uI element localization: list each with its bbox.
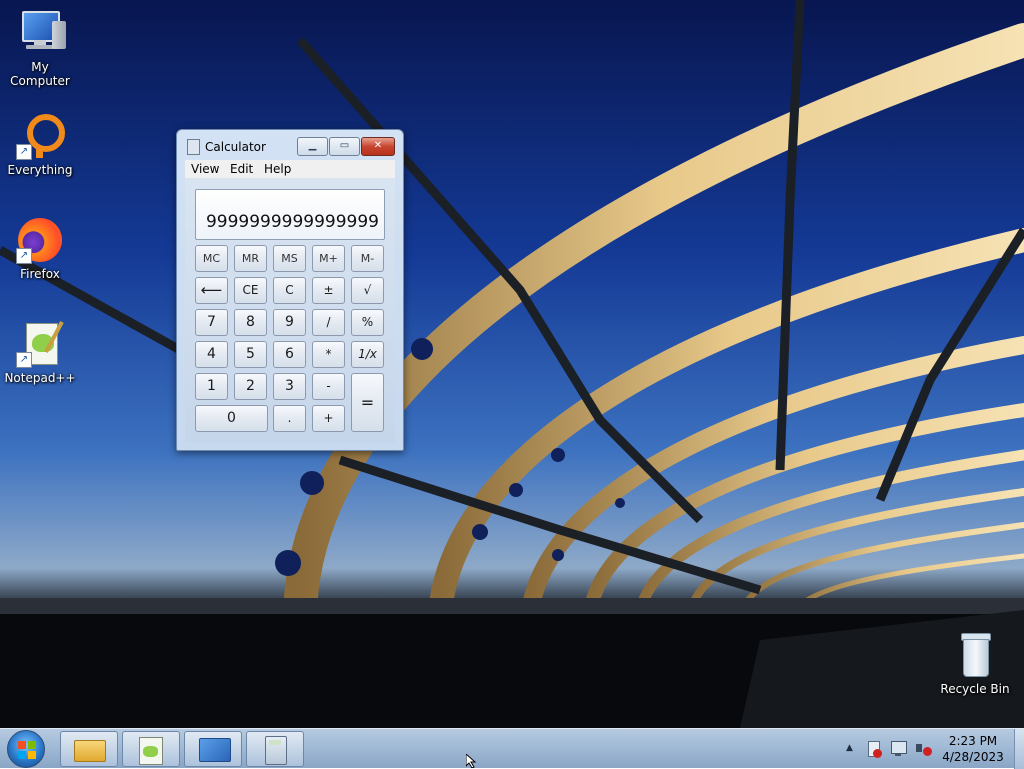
mouse-cursor-icon bbox=[466, 754, 477, 768]
chevron-up-icon: ▲ bbox=[846, 743, 853, 753]
menu-help[interactable]: Help bbox=[264, 162, 291, 176]
everything-icon: ↗ bbox=[16, 112, 65, 160]
equals-button[interactable]: = bbox=[351, 373, 384, 432]
desktop-icon-label: Firefox bbox=[20, 267, 60, 281]
digit-6-button[interactable]: 6 bbox=[273, 341, 306, 368]
desktop[interactable]: My Computer ↗ Everything ↗ Firefox ↗ Not… bbox=[0, 0, 1024, 728]
menu-view[interactable]: View bbox=[191, 162, 219, 176]
percent-button[interactable]: % bbox=[351, 309, 384, 336]
clear-button[interactable]: C bbox=[273, 277, 306, 304]
maximize-button[interactable]: ▭ bbox=[329, 137, 360, 156]
desktop-icon-label: Everything bbox=[7, 163, 73, 177]
action-center-flag-icon[interactable] bbox=[865, 729, 883, 769]
plus-minus-button[interactable]: ± bbox=[312, 277, 345, 304]
ce-button[interactable]: CE bbox=[234, 277, 267, 304]
digit-9-button[interactable]: 9 bbox=[273, 309, 306, 336]
calculator-app-icon bbox=[187, 139, 200, 155]
desktop-icon-my-computer[interactable]: My Computer bbox=[0, 9, 80, 88]
menu-edit[interactable]: Edit bbox=[230, 162, 253, 176]
sqrt-button[interactable]: √ bbox=[351, 277, 384, 304]
calculator-window[interactable]: Calculator ▁ ▭ ✕ View Edit Help 99999999… bbox=[176, 129, 404, 451]
notepadpp-icon: ↗ bbox=[16, 320, 64, 368]
digit-0-button[interactable]: 0 bbox=[195, 405, 268, 432]
start-button[interactable] bbox=[7, 730, 45, 768]
windows-logo-icon bbox=[18, 741, 36, 759]
taskbar-file-explorer[interactable] bbox=[60, 731, 118, 767]
mr-button[interactable]: MR bbox=[234, 245, 267, 272]
desktop-icon-recycle-bin[interactable]: Recycle Bin bbox=[935, 631, 1015, 696]
digit-3-button[interactable]: 3 bbox=[273, 373, 306, 400]
volume-muted-icon[interactable] bbox=[913, 729, 933, 769]
mc-button[interactable]: MC bbox=[195, 245, 228, 272]
m-plus-button[interactable]: M+ bbox=[312, 245, 345, 272]
calculator-titlebar[interactable]: Calculator ▁ ▭ ✕ bbox=[177, 130, 403, 160]
digit-5-button[interactable]: 5 bbox=[234, 341, 267, 368]
digit-2-button[interactable]: 2 bbox=[234, 373, 267, 400]
show-desktop-button[interactable] bbox=[1014, 729, 1024, 769]
desktop-icon-label: My Computer bbox=[10, 60, 70, 88]
minimize-button[interactable]: ▁ bbox=[297, 137, 328, 156]
clock-date: 4/28/2023 bbox=[942, 750, 1004, 764]
digit-1-button[interactable]: 1 bbox=[195, 373, 228, 400]
ms-button[interactable]: MS bbox=[273, 245, 306, 272]
taskbar-calculator[interactable] bbox=[246, 731, 304, 767]
network-icon[interactable] bbox=[889, 729, 907, 769]
subtract-button[interactable]: - bbox=[312, 373, 345, 400]
folder-icon bbox=[74, 740, 106, 762]
clock-time: 2:23 PM bbox=[948, 734, 998, 748]
reciprocal-button[interactable]: 1/x bbox=[351, 341, 384, 368]
backspace-button[interactable]: ⟵ bbox=[195, 277, 228, 304]
shortcut-arrow-icon: ↗ bbox=[16, 144, 32, 160]
notepadpp-icon bbox=[139, 737, 163, 765]
desktop-icon-firefox[interactable]: ↗ Firefox bbox=[0, 216, 80, 281]
digit-4-button[interactable]: 4 bbox=[195, 341, 228, 368]
recycle-bin-icon bbox=[951, 631, 999, 679]
close-button[interactable]: ✕ bbox=[361, 137, 395, 156]
decimal-button[interactable]: . bbox=[273, 405, 306, 432]
wallpaper bbox=[0, 0, 1024, 728]
shortcut-arrow-icon: ↗ bbox=[16, 248, 32, 264]
digit-7-button[interactable]: 7 bbox=[195, 309, 228, 336]
calculator-display: 9999999999999999 bbox=[195, 189, 385, 240]
desktop-icon-notepadpp[interactable]: ↗ Notepad++ bbox=[0, 320, 80, 385]
show-hidden-icons-button[interactable]: ▲ bbox=[845, 729, 857, 769]
desktop-icon-label: Notepad++ bbox=[4, 371, 76, 385]
m-minus-button[interactable]: M- bbox=[351, 245, 384, 272]
control-panel-icon bbox=[199, 738, 231, 762]
taskbar-control-panel[interactable] bbox=[184, 731, 242, 767]
multiply-button[interactable]: * bbox=[312, 341, 345, 368]
digit-8-button[interactable]: 8 bbox=[234, 309, 267, 336]
add-button[interactable]: + bbox=[312, 405, 345, 432]
firefox-icon: ↗ bbox=[16, 216, 64, 264]
desktop-icon-label: Recycle Bin bbox=[940, 682, 1010, 696]
taskbar-notepadpp[interactable] bbox=[122, 731, 180, 767]
system-clock[interactable]: 2:23 PM 4/28/2023 bbox=[935, 733, 1011, 765]
calculator-icon bbox=[265, 736, 287, 765]
computer-icon bbox=[16, 9, 66, 57]
menu-bar: View Edit Help bbox=[185, 160, 395, 178]
taskbar: ▲ 2:23 PM 4/28/2023 bbox=[0, 728, 1024, 769]
shortcut-arrow-icon: ↗ bbox=[16, 352, 32, 368]
display-value: 9999999999999999 bbox=[205, 212, 379, 232]
divide-button[interactable]: / bbox=[312, 309, 345, 336]
window-title: Calculator bbox=[205, 140, 266, 154]
calculator-body: 9999999999999999 MC MR MS M+ M- ⟵ CE C ±… bbox=[185, 178, 395, 443]
desktop-icon-everything[interactable]: ↗ Everything bbox=[0, 112, 80, 177]
